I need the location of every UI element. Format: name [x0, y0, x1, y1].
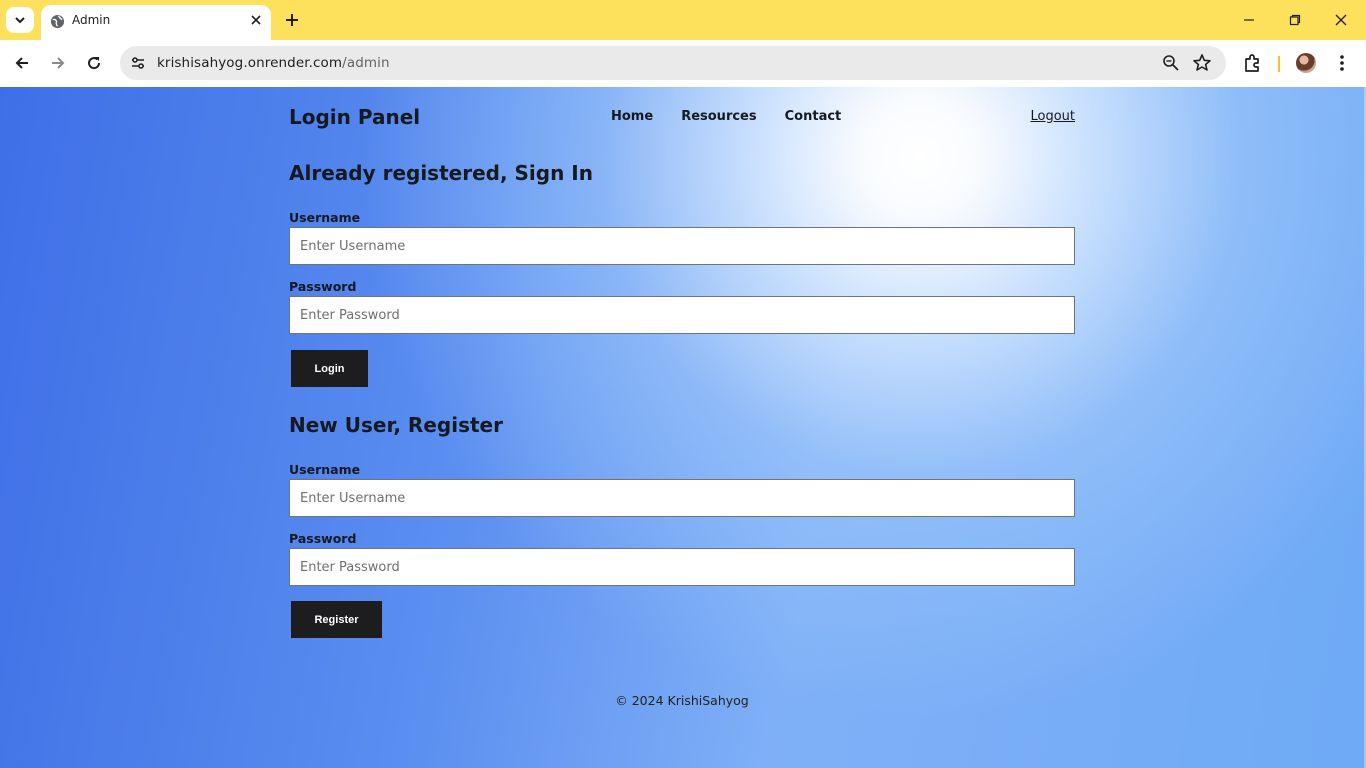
tab-title: Admin — [72, 13, 111, 27]
extensions-icon[interactable] — [1242, 53, 1262, 73]
new-tab-button[interactable] — [282, 10, 302, 30]
more-vertical-icon — [1340, 55, 1344, 71]
site-header: Login Panel Home Resources Contact Logou… — [289, 105, 1075, 133]
signin-heading: Already registered, Sign In — [289, 161, 593, 185]
arrow-left-icon — [15, 57, 28, 69]
url-path: /admin — [342, 55, 390, 71]
signin-password-label: Password — [289, 279, 357, 294]
restore-button[interactable] — [1285, 10, 1305, 30]
login-button[interactable]: Login — [291, 350, 368, 387]
register-username-input[interactable] — [289, 479, 1075, 517]
site-footer: © 2024 KrishiSahyog — [615, 693, 749, 708]
chevron-down-icon — [15, 17, 25, 24]
profile-avatar[interactable] — [1296, 53, 1316, 73]
signin-password-input[interactable] — [289, 296, 1075, 334]
tab-strip: Admin — [0, 0, 1366, 40]
address-bar[interactable]: krishisahyog.onrender.com/admin — [120, 46, 1226, 80]
zoom-icon[interactable] — [1162, 54, 1180, 72]
register-button[interactable]: Register — [291, 601, 382, 638]
url-text[interactable]: krishisahyog.onrender.com/admin — [157, 55, 390, 71]
brand-title: Login Panel — [289, 105, 421, 129]
forward-button[interactable] — [47, 52, 69, 74]
main-nav: Home Resources Contact — [611, 109, 841, 124]
minimize-button[interactable] — [1239, 10, 1259, 30]
globe-icon — [50, 14, 65, 29]
nav-contact-link[interactable]: Contact — [785, 109, 842, 124]
bookmark-star-icon[interactable] — [1192, 53, 1212, 73]
register-username-label: Username — [289, 462, 361, 477]
logout-link[interactable]: Logout — [1030, 109, 1075, 124]
signin-username-input[interactable] — [289, 227, 1075, 265]
site-info-button[interactable] — [128, 53, 148, 73]
nav-home-link[interactable]: Home — [611, 109, 653, 124]
tab-search-button[interactable] — [6, 7, 34, 33]
browser-menu-button[interactable] — [1334, 52, 1350, 74]
back-button[interactable] — [11, 52, 33, 74]
close-window-button[interactable] — [1331, 10, 1351, 30]
register-password-input[interactable] — [289, 548, 1075, 586]
minimize-icon — [1244, 19, 1254, 21]
browser-toolbar: krishisahyog.onrender.com/admin — [0, 40, 1366, 87]
close-icon — [251, 15, 261, 25]
reload-icon — [88, 57, 101, 70]
close-tab-button[interactable] — [247, 11, 265, 29]
page-viewport: Login Panel Home Resources Contact Logou… — [0, 87, 1366, 768]
toolbar-divider — [1278, 56, 1280, 72]
tune-icon — [132, 57, 144, 69]
close-icon — [1335, 14, 1347, 26]
url-host: krishisahyog.onrender.com — [157, 55, 343, 71]
signin-username-label: Username — [289, 210, 361, 225]
arrow-right-icon — [52, 57, 65, 69]
nav-resources-link[interactable]: Resources — [681, 109, 756, 124]
browser-tab-admin[interactable]: Admin — [41, 5, 271, 40]
reload-button[interactable] — [83, 52, 105, 74]
register-password-label: Password — [289, 531, 357, 546]
restore-icon — [1289, 14, 1301, 26]
plus-icon — [286, 14, 298, 26]
register-heading: New User, Register — [289, 413, 503, 437]
